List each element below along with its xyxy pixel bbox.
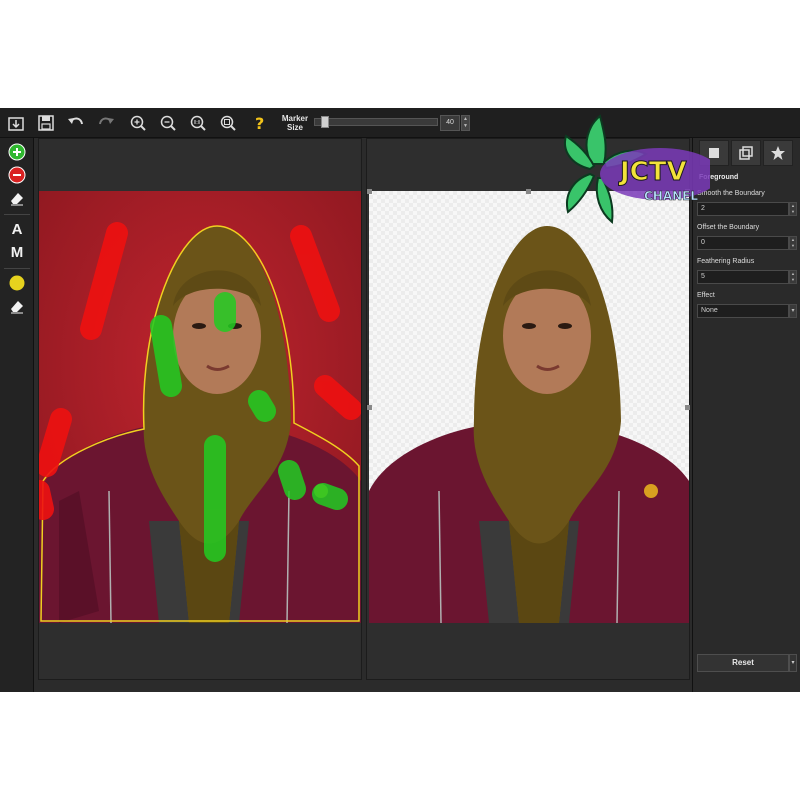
source-photo[interactable] (39, 191, 361, 623)
offset-spinner[interactable]: ▲ ▼ (789, 236, 797, 250)
source-canvas[interactable] (38, 138, 362, 680)
feather-label: Feathering Radius (697, 258, 755, 265)
result-preview (369, 191, 689, 623)
add-foreground-marker-icon[interactable] (6, 141, 28, 163)
resize-handle[interactable] (367, 189, 372, 194)
feather-field[interactable]: 5 (697, 270, 789, 284)
reset-button[interactable]: Reset (697, 654, 789, 672)
slider-handle[interactable] (321, 116, 329, 128)
undo-icon[interactable] (64, 112, 88, 134)
zoom-out-icon[interactable] (156, 112, 180, 134)
effects-tab-icon[interactable] (763, 140, 793, 166)
add-background-marker-icon[interactable] (6, 164, 28, 186)
separator (4, 214, 30, 215)
background-tab-icon[interactable] (731, 140, 761, 166)
resize-handle[interactable] (367, 405, 372, 410)
logo-text-line2: CHANEL (644, 189, 698, 203)
auto-mode-button[interactable]: A (6, 218, 28, 240)
redo-icon[interactable] (94, 112, 118, 134)
separator (4, 268, 30, 269)
feather-spinner[interactable]: ▲ ▼ (789, 270, 797, 284)
marker-size-label: Marker Size (281, 114, 309, 132)
svg-text:?: ? (255, 114, 264, 132)
zoom-in-icon[interactable] (126, 112, 150, 134)
help-icon[interactable]: ? (248, 112, 272, 134)
marker-toolbar: A M (0, 138, 34, 692)
zoom-fit-icon[interactable] (216, 112, 240, 134)
zoom-actual-icon[interactable] (186, 112, 210, 134)
resize-handle[interactable] (685, 405, 690, 410)
channel-logo: JCTV CHANEL (560, 114, 720, 226)
marker-size-slider[interactable] (314, 116, 438, 128)
effect-label: Effect (697, 292, 715, 299)
smooth-spinner[interactable]: ▲ ▼ (789, 202, 797, 216)
logo-text-line1: JCTV (618, 157, 687, 187)
manual-mode-button[interactable]: M (6, 241, 28, 263)
marker-size-value[interactable]: 40 (440, 115, 460, 131)
eraser-icon[interactable] (6, 187, 28, 209)
edge-eraser-icon[interactable] (6, 295, 28, 317)
save-icon[interactable] (34, 112, 58, 134)
resize-handle[interactable] (526, 189, 531, 194)
effect-select[interactable]: None (697, 304, 789, 318)
open-icon[interactable] (4, 112, 28, 134)
marker-size-spinner[interactable]: ▲ ▼ (461, 115, 470, 131)
smooth-field[interactable]: 2 (697, 202, 789, 216)
reset-dropdown-icon[interactable]: ▾ (789, 654, 797, 672)
effect-dropdown-icon[interactable]: ▾ (789, 304, 797, 318)
offset-field[interactable]: 0 (697, 236, 789, 250)
edge-marker-icon[interactable] (6, 272, 28, 294)
